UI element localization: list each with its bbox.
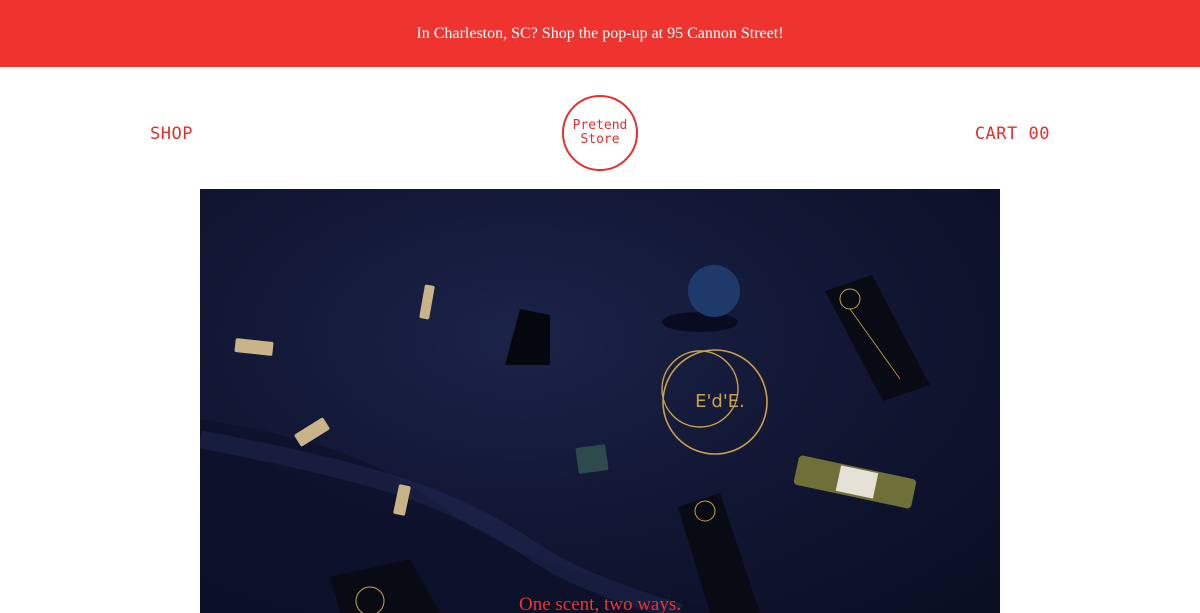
hero-caption: One scent, two ways. (519, 594, 681, 613)
cart-label: CART (974, 124, 1018, 144)
announcement-bar: In Charleston, SC? Shop the pop-up at 95… (0, 0, 1200, 67)
wood-block-2 (419, 284, 435, 320)
cart-link[interactable]: CART 00 (975, 124, 1050, 144)
shop-link[interactable]: SHOP (150, 124, 193, 144)
brand-circle-inner (661, 350, 739, 428)
logo-line-2: Store (580, 132, 620, 147)
wood-block-3 (294, 417, 330, 447)
cart-count: 00 (1028, 124, 1050, 144)
hero-image: E'd'E. One scent, two ways. (200, 189, 1000, 613)
logo-line-1: Pretend (572, 118, 628, 133)
dark-prism (505, 309, 550, 365)
ball-shadow (662, 312, 738, 332)
brand-mark: E'd'E. (695, 391, 745, 412)
perfume-box-right (825, 275, 930, 401)
green-stone (575, 444, 609, 474)
blue-ball (688, 265, 740, 317)
announcement-text: In Charleston, SC? Shop the pop-up at 95… (416, 24, 784, 42)
wood-block-1 (234, 338, 274, 356)
store-logo[interactable]: Pretend Store (562, 95, 638, 171)
hero-artwork: E'd'E. (200, 265, 930, 613)
